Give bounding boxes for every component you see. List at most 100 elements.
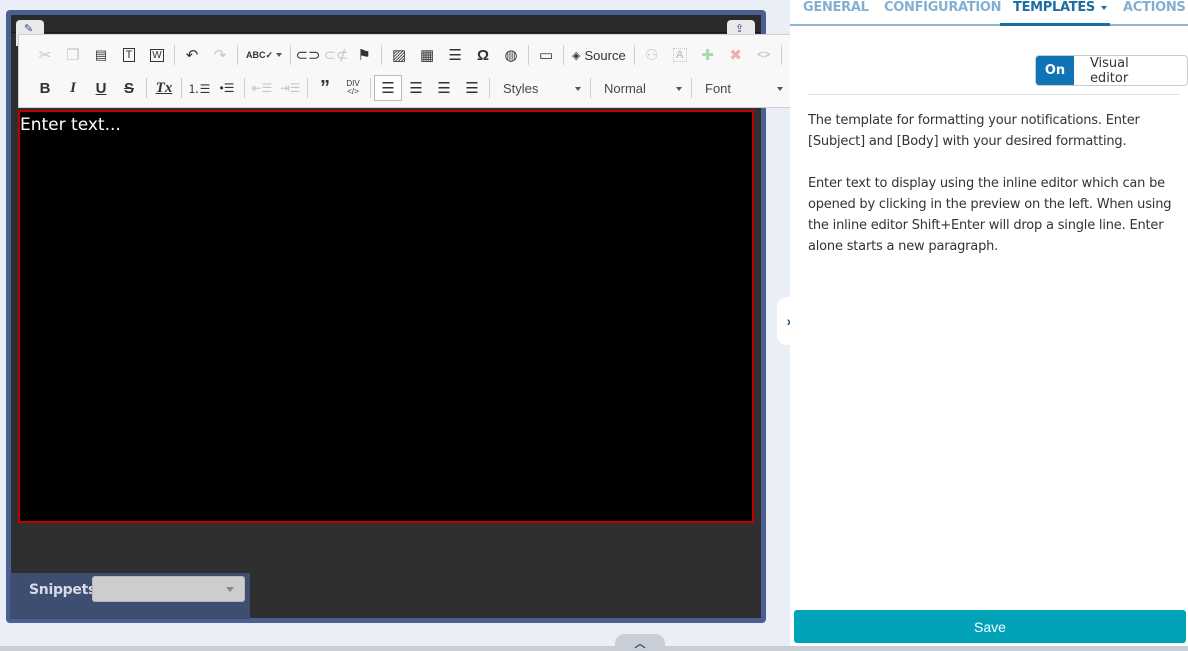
binoculars-icon: ⚇ xyxy=(644,47,659,64)
editor-placeholder: Enter text... xyxy=(20,115,121,135)
remove-comment-button[interactable]: ✖ xyxy=(722,42,750,68)
align-center-icon: ☰ xyxy=(409,80,423,97)
tab-configuration[interactable]: CONFIGURATION xyxy=(884,0,1002,26)
show-blocks-icon: ▭ xyxy=(538,47,554,64)
paste-text-button[interactable]: T xyxy=(115,42,143,68)
remove-format-icon: Tx xyxy=(155,79,173,96)
link-icon: ⊂⊃ xyxy=(295,47,321,64)
styles-label: Styles xyxy=(503,80,539,96)
align-right-icon: ☰ xyxy=(437,80,451,97)
separator xyxy=(370,78,371,98)
format-dropdown[interactable]: Normal xyxy=(594,75,688,101)
separator xyxy=(307,78,308,98)
quote-icon: ” xyxy=(320,77,330,99)
styles-dropdown[interactable]: Styles xyxy=(493,75,587,101)
tab-templates[interactable]: TEMPLATES xyxy=(1000,0,1110,26)
format-label: Normal xyxy=(604,80,646,96)
chevron-down-icon xyxy=(575,87,581,91)
italic-icon: I xyxy=(70,79,76,96)
inline-editor[interactable]: Enter text... xyxy=(18,110,754,523)
code-button[interactable]: <> xyxy=(750,42,778,68)
add-comment-button[interactable]: ✚ xyxy=(694,42,722,68)
link-button[interactable]: ⊂⊃ xyxy=(294,42,322,68)
outdent-button[interactable]: ⇤☰ xyxy=(248,75,276,101)
strike-button[interactable]: S xyxy=(115,75,143,101)
remove-format-button[interactable]: Tx xyxy=(150,75,178,101)
bold-button[interactable]: B xyxy=(31,75,59,101)
div-icon: DIV </> xyxy=(346,79,360,96)
expand-bottom-button[interactable]: ︿ xyxy=(615,634,665,651)
italic-button[interactable]: I xyxy=(59,75,87,101)
toggle-on-state: On xyxy=(1036,56,1074,85)
show-blocks-button[interactable]: ▭ xyxy=(532,42,560,68)
align-left-button[interactable]: ☰ xyxy=(374,75,402,101)
special-char-button[interactable]: Ω xyxy=(469,42,497,68)
iframe-button[interactable]: ◍ xyxy=(497,42,525,68)
tab-label: ACTIONS xyxy=(1123,0,1186,15)
separator xyxy=(780,45,782,65)
select-all-icon: A xyxy=(672,48,687,62)
justify-button[interactable]: ☰ xyxy=(458,75,486,101)
paste-word-icon: W xyxy=(150,48,164,62)
find-button[interactable]: ⚇ xyxy=(638,42,666,68)
source-label: Source xyxy=(584,47,626,63)
outdent-icon: ⇤☰ xyxy=(251,81,273,95)
horizontal-rule-button[interactable]: ☰ xyxy=(441,42,469,68)
unlink-icon: ⊂⊄ xyxy=(323,47,349,64)
underline-button[interactable]: U xyxy=(87,75,115,101)
omega-icon: Ω xyxy=(477,46,490,64)
tab-actions[interactable]: ACTIONS xyxy=(1123,0,1186,26)
copy-button[interactable]: ❐ xyxy=(59,42,87,68)
spellcheck-button[interactable]: ABC✓ xyxy=(241,42,287,68)
table-button[interactable]: ▦ xyxy=(413,42,441,68)
separator xyxy=(528,45,530,65)
tab-general[interactable]: GENERAL xyxy=(803,0,869,26)
app-root: ✎ ⇪ Enter text... Snippets ✂ ❐ ▤ T W ↶ ↷… xyxy=(0,0,1188,651)
bulleted-list-button[interactable]: •☰ xyxy=(213,75,241,101)
select-all-button[interactable]: A xyxy=(666,42,694,68)
chevron-down-icon xyxy=(226,587,234,592)
separator xyxy=(237,45,238,65)
font-dropdown[interactable]: Font xyxy=(695,75,789,101)
save-button[interactable]: Save xyxy=(794,610,1186,643)
image-button[interactable]: ▨ xyxy=(385,42,413,68)
settings-panel: GENERAL CONFIGURATION TEMPLATES ACTIONS … xyxy=(790,0,1188,651)
undo-button[interactable]: ↶ xyxy=(178,42,206,68)
paste-text-icon: T xyxy=(122,48,136,62)
indent-button[interactable]: ⇥☰ xyxy=(276,75,304,101)
bold-icon: B xyxy=(39,79,51,97)
tab-label: TEMPLATES xyxy=(1013,0,1095,15)
description-paragraph: Enter text to display using the inline e… xyxy=(808,176,1172,254)
snippets-select[interactable] xyxy=(92,576,245,602)
undo-icon: ↶ xyxy=(185,47,199,64)
paste-button[interactable]: ▤ xyxy=(87,42,115,68)
visual-editor-toggle[interactable]: On Visual editor xyxy=(1035,55,1188,86)
chevron-down-icon xyxy=(1100,5,1107,10)
blockquote-button[interactable]: ” xyxy=(311,75,339,101)
redo-button[interactable]: ↷ xyxy=(206,42,234,68)
font-label: Font xyxy=(705,80,732,96)
unlink-button[interactable]: ⊂⊄ xyxy=(322,42,350,68)
paste-word-button[interactable]: W xyxy=(143,42,171,68)
redo-icon: ↷ xyxy=(213,47,227,64)
description-paragraph: The template for formatting your notific… xyxy=(808,113,1140,149)
copy-icon: ❐ xyxy=(66,47,80,64)
cut-button[interactable]: ✂ xyxy=(31,42,59,68)
chevron-down-icon xyxy=(676,87,682,91)
source-button[interactable]: ◈ Source xyxy=(567,42,631,68)
add-comment-icon: ✚ xyxy=(701,47,714,64)
numbered-list-button[interactable]: ⒈☰ xyxy=(185,75,213,101)
snippets-label: Snippets xyxy=(29,582,97,598)
anchor-button[interactable]: ⚑ xyxy=(350,42,378,68)
div-button[interactable]: DIV </> xyxy=(339,75,367,101)
tab-label: CONFIGURATION xyxy=(884,0,1002,15)
align-center-button[interactable]: ☰ xyxy=(402,75,430,101)
separator xyxy=(489,78,490,98)
spellcheck-icon: ABC✓ xyxy=(246,49,274,60)
separator xyxy=(146,78,147,98)
align-right-button[interactable]: ☰ xyxy=(430,75,458,101)
align-left-icon: ☰ xyxy=(381,80,395,97)
cut-icon: ✂ xyxy=(38,47,52,64)
divider xyxy=(808,94,1180,95)
separator xyxy=(633,45,635,65)
